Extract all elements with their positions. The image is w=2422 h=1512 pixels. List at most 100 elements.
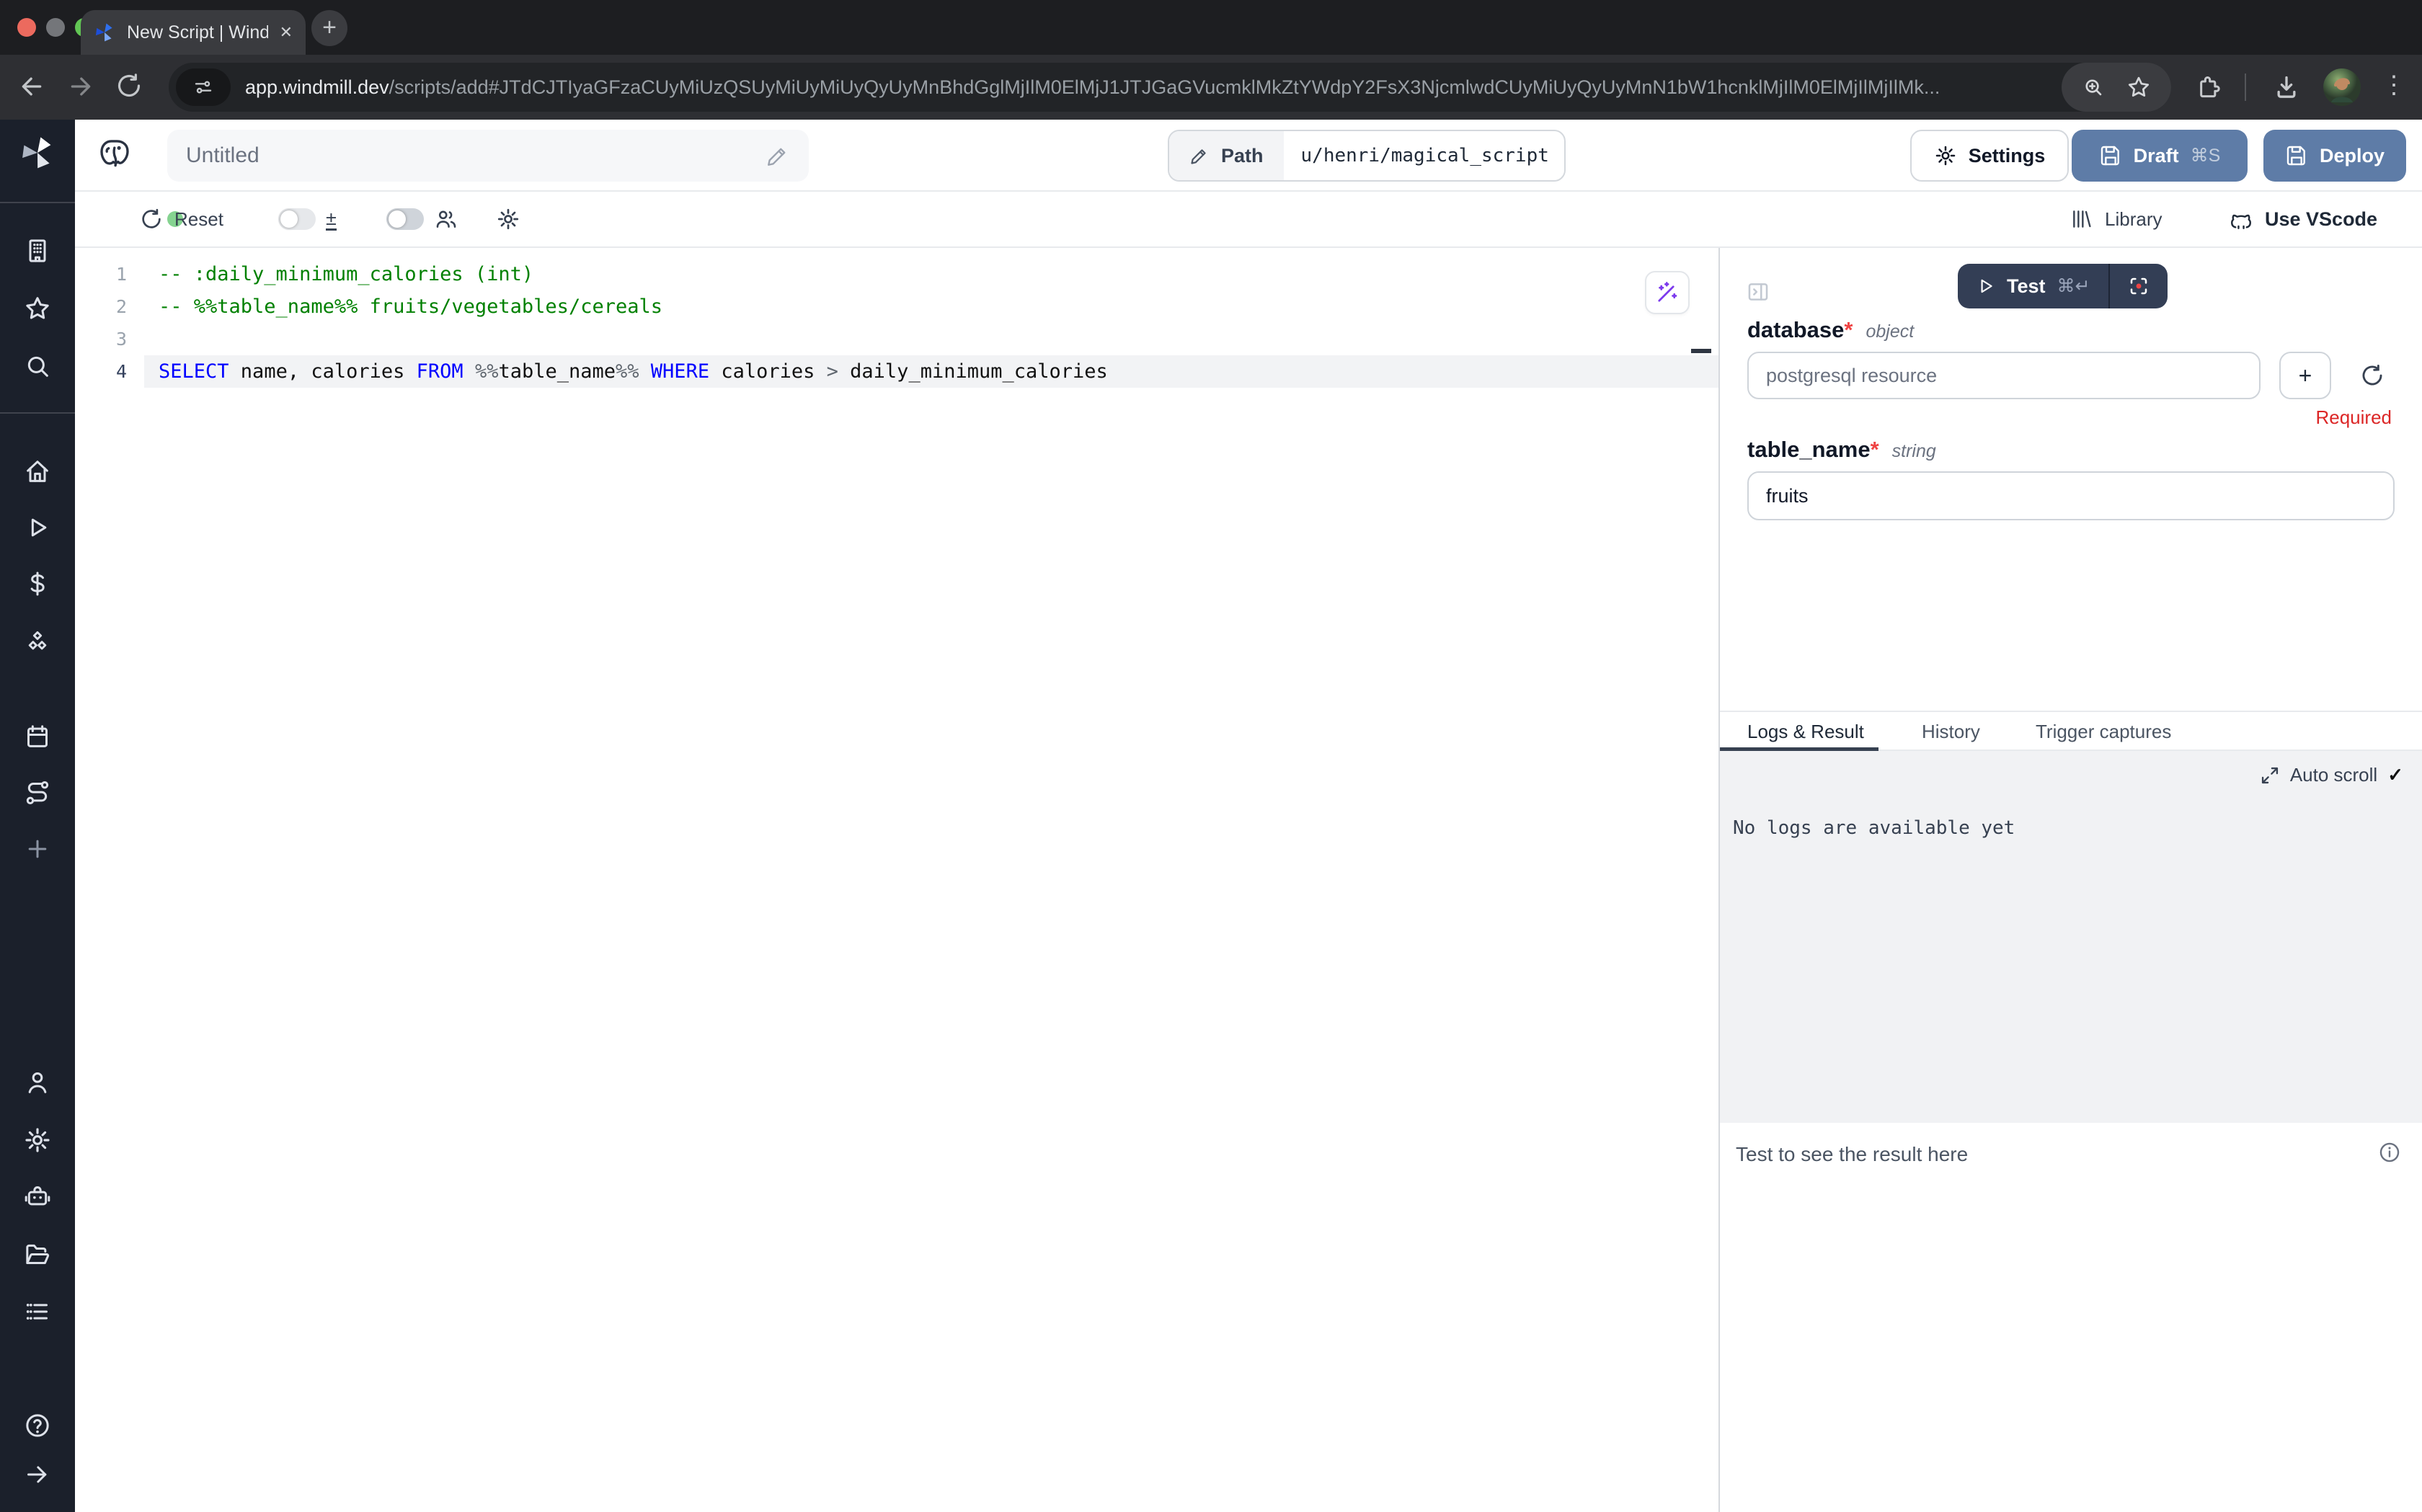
path-pencil-icon bbox=[1189, 146, 1210, 166]
settings-button[interactable]: Settings bbox=[1910, 130, 2069, 182]
workspace-building-icon[interactable] bbox=[23, 236, 52, 265]
reset-button[interactable]: Reset bbox=[140, 192, 223, 246]
code-line[interactable]: 2 -- %%table_name%% fruits/vegetables/ce… bbox=[75, 290, 1718, 323]
autoscroll-label: Auto scroll bbox=[2290, 764, 2377, 786]
deploy-button[interactable]: Deploy bbox=[2263, 130, 2406, 182]
window-minimize-button[interactable] bbox=[46, 18, 65, 37]
multiplayer-toggle[interactable] bbox=[386, 192, 424, 246]
code-line[interactable]: 1 -- :daily_minimum_calories (int) bbox=[75, 258, 1718, 290]
profile-avatar[interactable] bbox=[2323, 68, 2361, 107]
draft-button[interactable]: Draft ⌘S bbox=[2072, 130, 2248, 182]
browser-menu-icon[interactable]: ⋮ bbox=[2382, 71, 2406, 99]
test-capture-button[interactable] bbox=[2110, 264, 2168, 308]
library-button[interactable]: Library bbox=[2070, 192, 2162, 246]
path-chip[interactable]: Path u/henri/magical_script bbox=[1168, 130, 1566, 182]
test-button[interactable]: Test ⌘↵ bbox=[1958, 264, 2108, 308]
audit-list-icon[interactable] bbox=[23, 1297, 52, 1326]
postgresql-icon bbox=[95, 135, 134, 174]
bookmark-star-icon[interactable] bbox=[2126, 74, 2152, 100]
edit-pencil-icon[interactable] bbox=[766, 143, 790, 168]
use-vscode-button[interactable]: Use VScode bbox=[2229, 192, 2377, 246]
tab-history[interactable]: History bbox=[1922, 712, 1980, 751]
workspace: 1 -- :daily_minimum_calories (int) 2 -- … bbox=[75, 248, 2422, 1512]
window-close-button[interactable] bbox=[17, 18, 36, 37]
schedules-calendar-icon[interactable] bbox=[23, 722, 52, 751]
code-line-active[interactable]: 4 SELECT name, calories FROM %%table_nam… bbox=[75, 355, 1718, 388]
user-icon[interactable] bbox=[23, 1068, 52, 1097]
code-text: -- :daily_minimum_calories (int) bbox=[159, 258, 533, 290]
help-icon[interactable] bbox=[23, 1411, 52, 1440]
sidebar-divider bbox=[0, 412, 75, 414]
forward-icon[interactable] bbox=[66, 72, 95, 101]
windmill-logo-icon[interactable] bbox=[19, 134, 56, 172]
line-number: 2 bbox=[75, 290, 127, 323]
code-text: -- %%table_name%% fruits/vegetables/cere… bbox=[159, 290, 662, 323]
favorites-star-icon[interactable] bbox=[23, 294, 52, 323]
play-icon bbox=[1977, 277, 1995, 295]
field-label-table-name: table_name* string bbox=[1747, 437, 1936, 463]
app-window: New Script | Windmill ✕ + app.windmill.d… bbox=[0, 0, 2422, 1512]
overview-ruler-cursor bbox=[1691, 349, 1711, 353]
tab-logs-result[interactable]: Logs & Result bbox=[1747, 712, 1864, 751]
expand-sidebar-arrow-icon[interactable] bbox=[23, 1460, 52, 1489]
sidebar bbox=[0, 120, 75, 1512]
settings-gear-icon bbox=[1934, 144, 1957, 167]
toolbar-divider bbox=[2245, 74, 2246, 101]
library-icon bbox=[2070, 208, 2093, 231]
path-label-wrap: Path bbox=[1169, 131, 1284, 180]
zoom-page-icon[interactable] bbox=[2081, 75, 2106, 99]
code-text: SELECT name, calories FROM %%table_name%… bbox=[159, 355, 1108, 388]
add-resource-button[interactable]: + bbox=[2279, 352, 2331, 399]
table-name-value: fruits bbox=[1766, 485, 1809, 507]
library-label: Library bbox=[2105, 208, 2162, 231]
script-name-input[interactable]: Untitled bbox=[167, 130, 809, 182]
downloads-icon[interactable] bbox=[2272, 72, 2301, 101]
result-area: Test to see the result here bbox=[1720, 1123, 2422, 1512]
table-name-input[interactable]: fruits bbox=[1747, 471, 2395, 520]
extensions-icon[interactable] bbox=[2194, 72, 2223, 101]
runs-play-icon[interactable] bbox=[23, 513, 52, 542]
add-plus-icon[interactable] bbox=[23, 835, 52, 863]
workers-robot-icon[interactable] bbox=[23, 1182, 52, 1211]
settings-gear-icon[interactable] bbox=[23, 1126, 52, 1155]
diff-symbol: ± bbox=[326, 192, 337, 246]
draft-shortcut: ⌘S bbox=[2191, 145, 2221, 166]
logs-empty-message: No logs are available yet bbox=[1733, 817, 2015, 839]
field-type: object bbox=[1866, 321, 1914, 342]
folders-icon[interactable] bbox=[23, 1240, 52, 1268]
tab-trigger-captures[interactable]: Trigger captures bbox=[2036, 712, 2171, 751]
collapse-panel-icon[interactable] bbox=[1746, 280, 1770, 304]
diff-toggle[interactable] bbox=[278, 192, 316, 246]
home-icon[interactable] bbox=[23, 457, 52, 486]
path-value: u/henri/magical_script bbox=[1284, 131, 1566, 180]
site-settings-icon[interactable] bbox=[176, 68, 231, 106]
search-icon[interactable] bbox=[23, 352, 52, 381]
variables-dollar-icon[interactable] bbox=[23, 569, 52, 598]
line-number: 3 bbox=[75, 323, 127, 355]
back-icon[interactable] bbox=[17, 72, 46, 101]
refresh-resources-icon[interactable] bbox=[2360, 363, 2385, 388]
browser-tab[interactable]: New Script | Windmill ✕ bbox=[81, 10, 306, 55]
routes-icon[interactable] bbox=[23, 778, 52, 807]
url-host: app.windmill.dev bbox=[245, 76, 389, 98]
editor-settings-gear-icon[interactable] bbox=[496, 192, 520, 246]
url-bar[interactable]: app.windmill.dev/scripts/add#JTdCJTIyaGF… bbox=[169, 63, 2171, 112]
database-resource-select[interactable]: postgresql resource bbox=[1747, 352, 2261, 399]
vscode-label: Use VScode bbox=[2265, 208, 2377, 231]
autoscroll-control[interactable]: Auto scroll ✓ bbox=[2260, 764, 2403, 786]
line-number: 4 bbox=[75, 355, 127, 388]
right-panel: Test ⌘↵ database* object postgresql reso… bbox=[1718, 248, 2422, 1512]
code-line[interactable]: 3 bbox=[75, 323, 1718, 355]
logs-area: Auto scroll ✓ No logs are available yet bbox=[1720, 751, 2422, 1123]
expand-logs-icon[interactable] bbox=[2260, 765, 2280, 786]
resources-cubes-icon[interactable] bbox=[23, 628, 52, 657]
test-label: Test bbox=[2007, 275, 2046, 298]
panel-tabs: Logs & Result History Trigger captures bbox=[1720, 711, 2422, 751]
new-tab-button[interactable]: + bbox=[311, 10, 347, 46]
ai-assistant-button[interactable] bbox=[1645, 271, 1690, 314]
info-icon bbox=[2377, 1140, 2402, 1165]
vscode-icon bbox=[2229, 207, 2253, 231]
tab-close-icon[interactable]: ✕ bbox=[280, 23, 293, 42]
code-editor[interactable]: 1 -- :daily_minimum_calories (int) 2 -- … bbox=[75, 248, 1718, 1512]
reload-icon[interactable] bbox=[115, 72, 143, 99]
